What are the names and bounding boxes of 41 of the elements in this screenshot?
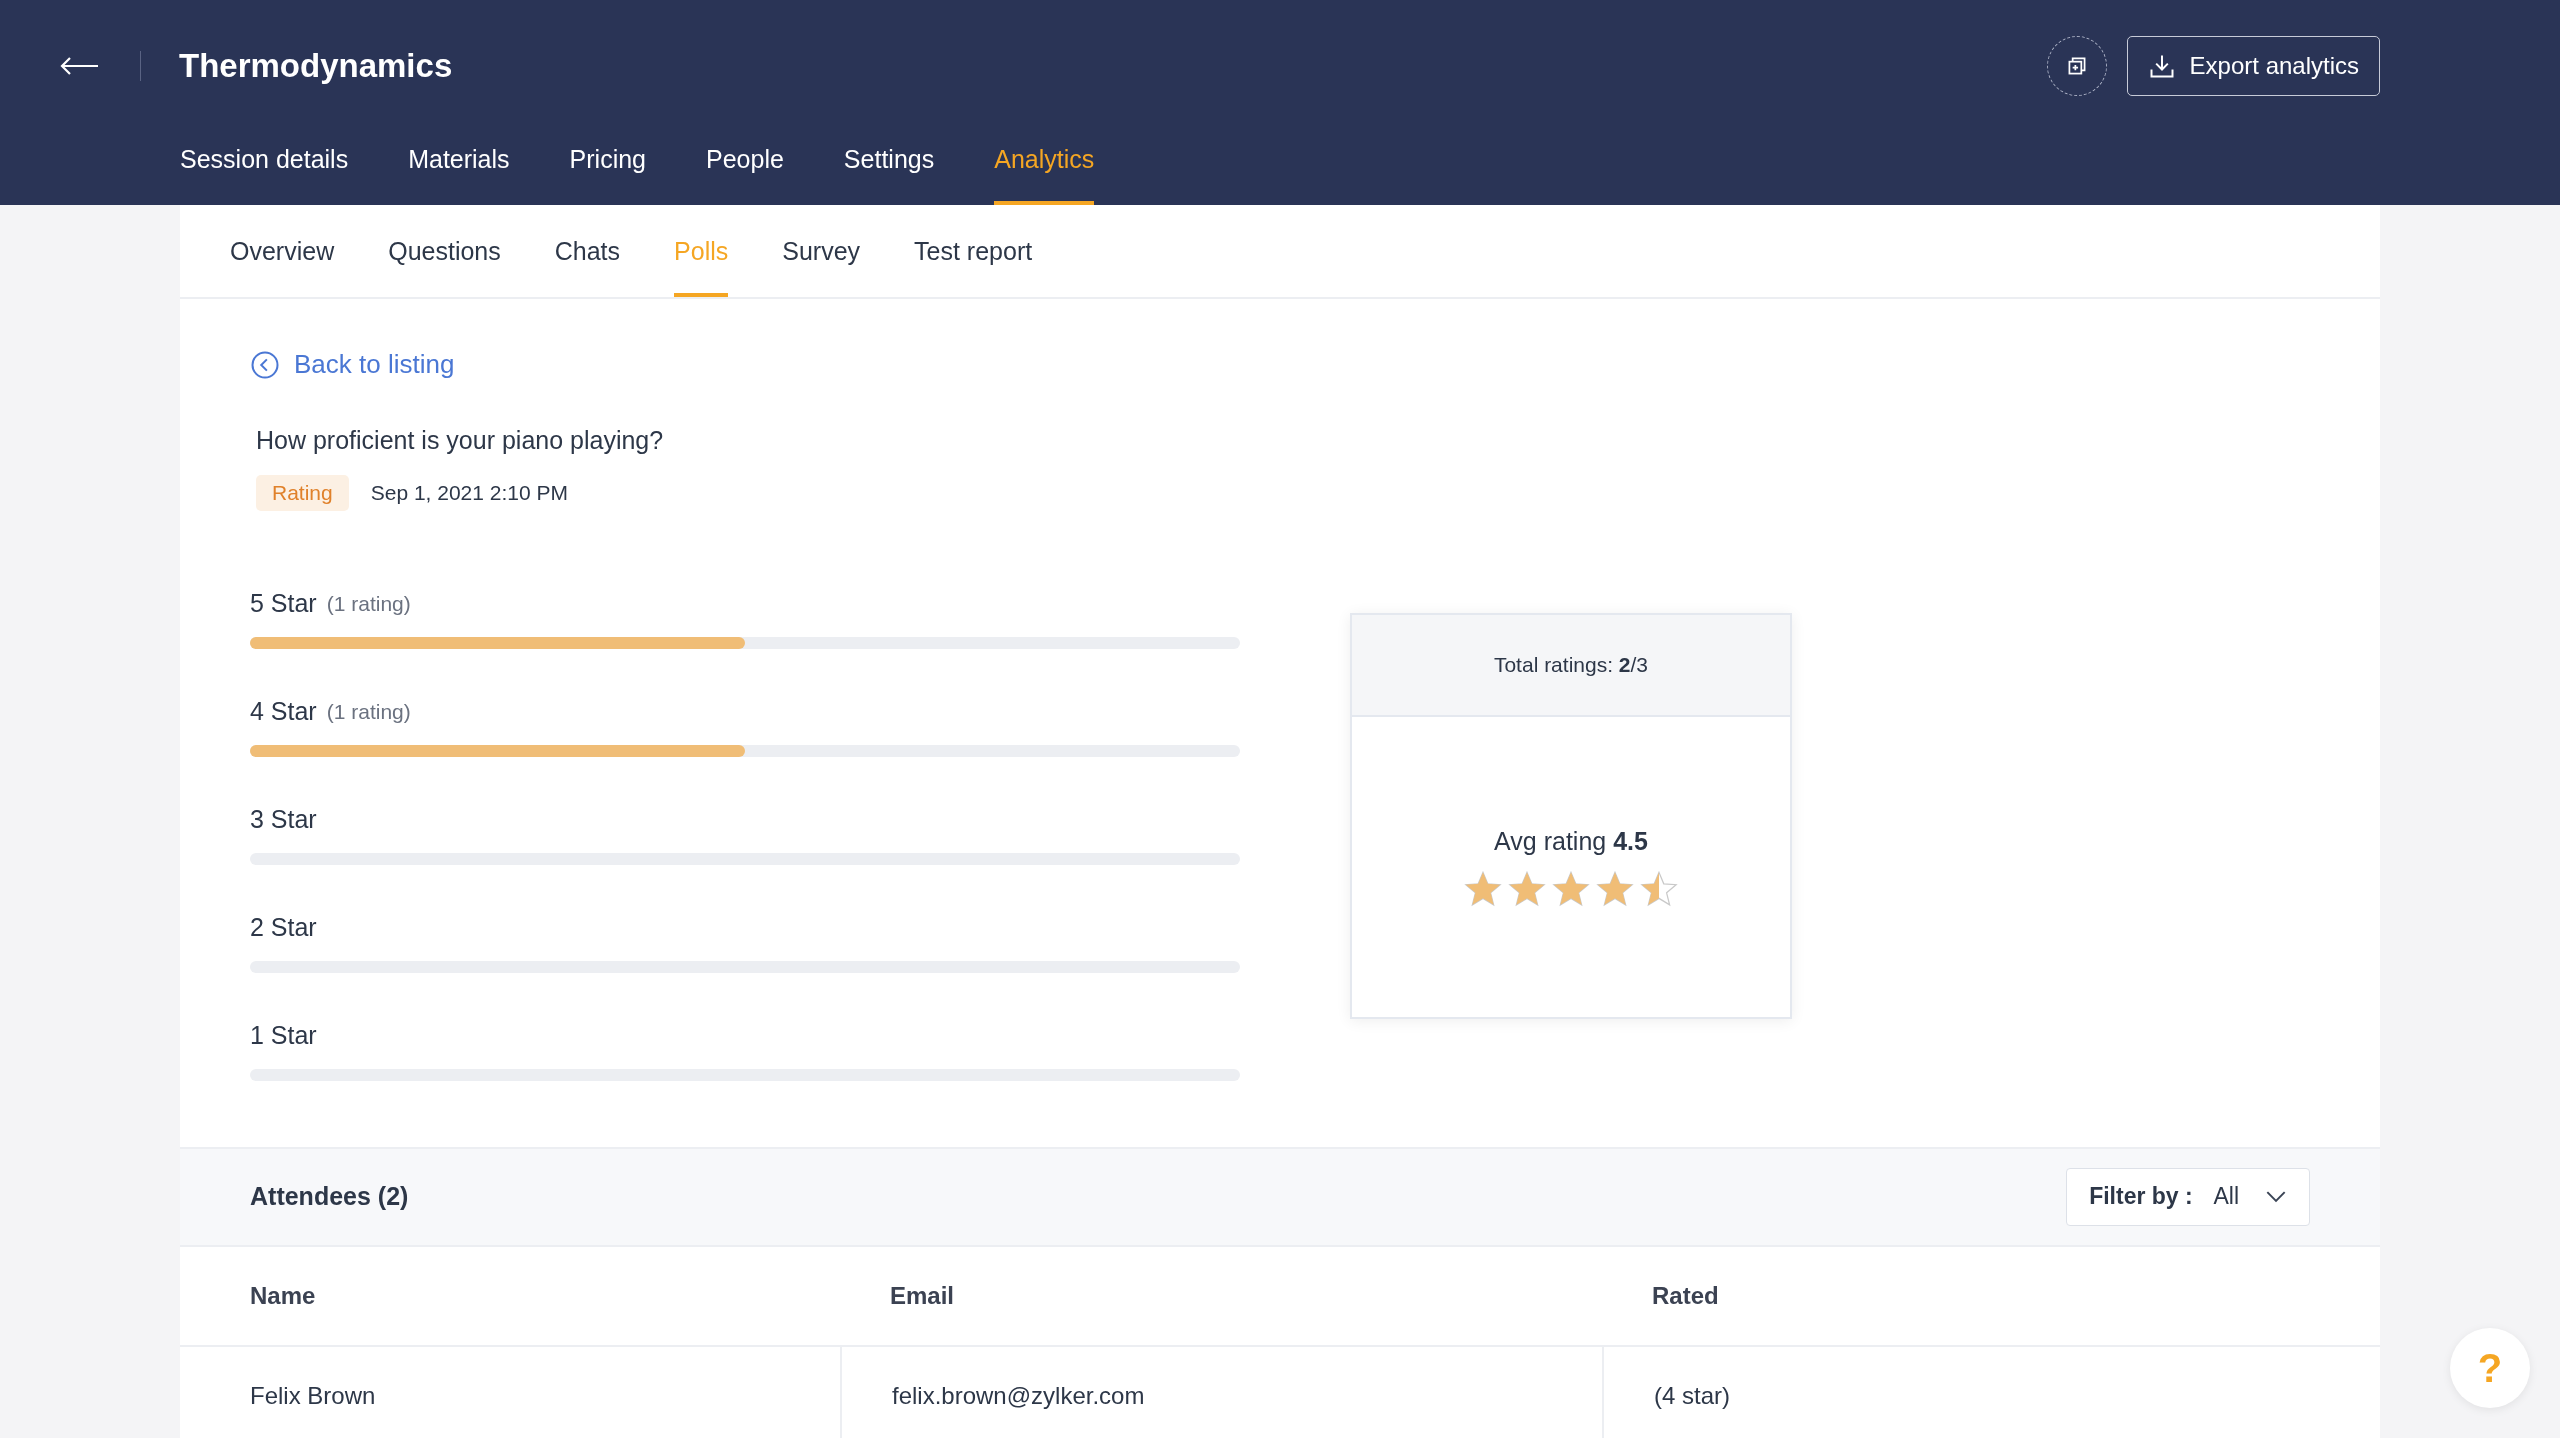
nav-tab[interactable]: People	[706, 132, 784, 205]
rating-count: (1 rating)	[326, 699, 411, 724]
export-button[interactable]: Export analytics	[2126, 36, 2380, 96]
star-level-label: 4 Star	[250, 697, 317, 726]
star-icon	[1596, 869, 1634, 908]
average-rating: Avg rating 4.5	[1494, 826, 1648, 856]
nav-tab[interactable]: Pricing	[569, 132, 646, 205]
back-arrow-icon[interactable]	[60, 56, 100, 76]
star-icon	[1508, 869, 1546, 908]
star-level-label: 5 Star	[250, 589, 317, 618]
star-icon	[1552, 869, 1590, 908]
poll-type-badge: Rating	[256, 474, 349, 511]
sub-tab[interactable]: Test report	[914, 205, 1033, 297]
sub-tab[interactable]: Survey	[782, 205, 861, 297]
column-header: Name	[249, 1280, 317, 1311]
poll-date: Sep 1, 2021 2:10 PM	[370, 480, 568, 505]
sub-tab[interactable]: Questions	[388, 205, 501, 297]
poll-question: How proficient is your piano playing?	[256, 425, 665, 455]
star-level-label: 3 Star	[250, 805, 317, 834]
column-header: Rated	[1651, 1280, 1720, 1311]
nav-tab[interactable]: Materials	[408, 132, 510, 205]
sub-tab[interactable]: Overview	[230, 205, 335, 297]
session-title: Thermodynamics	[179, 47, 453, 85]
table-cell: felix.brown@zylker.com	[840, 1346, 1602, 1438]
nav-tab[interactable]: Session details	[180, 132, 349, 205]
star-level-label: 2 Star	[250, 913, 317, 942]
table-cell-text: Felix Brown	[249, 1380, 377, 1411]
nav-tab[interactable]: Settings	[843, 132, 935, 205]
star-icon	[1640, 869, 1678, 908]
star-icon	[1464, 869, 1502, 908]
attendees-title: Attendees (2)	[250, 1182, 409, 1211]
rating-count: (1 rating)	[326, 591, 411, 616]
chevron-circle-icon	[250, 349, 280, 380]
chevron-down-icon	[2265, 1190, 2287, 1203]
total-ratings: Total ratings: 2/3	[1493, 653, 1649, 677]
star-level-label: 1 Star	[250, 1021, 317, 1050]
filter-dropdown[interactable]: Filter by : All	[2066, 1167, 2310, 1226]
back-to-listing-link[interactable]: Back to listing	[250, 349, 455, 380]
column-header: Email	[889, 1280, 956, 1311]
table-cell: (4 star)	[1602, 1346, 2380, 1438]
sub-tab[interactable]: Chats	[554, 205, 621, 297]
